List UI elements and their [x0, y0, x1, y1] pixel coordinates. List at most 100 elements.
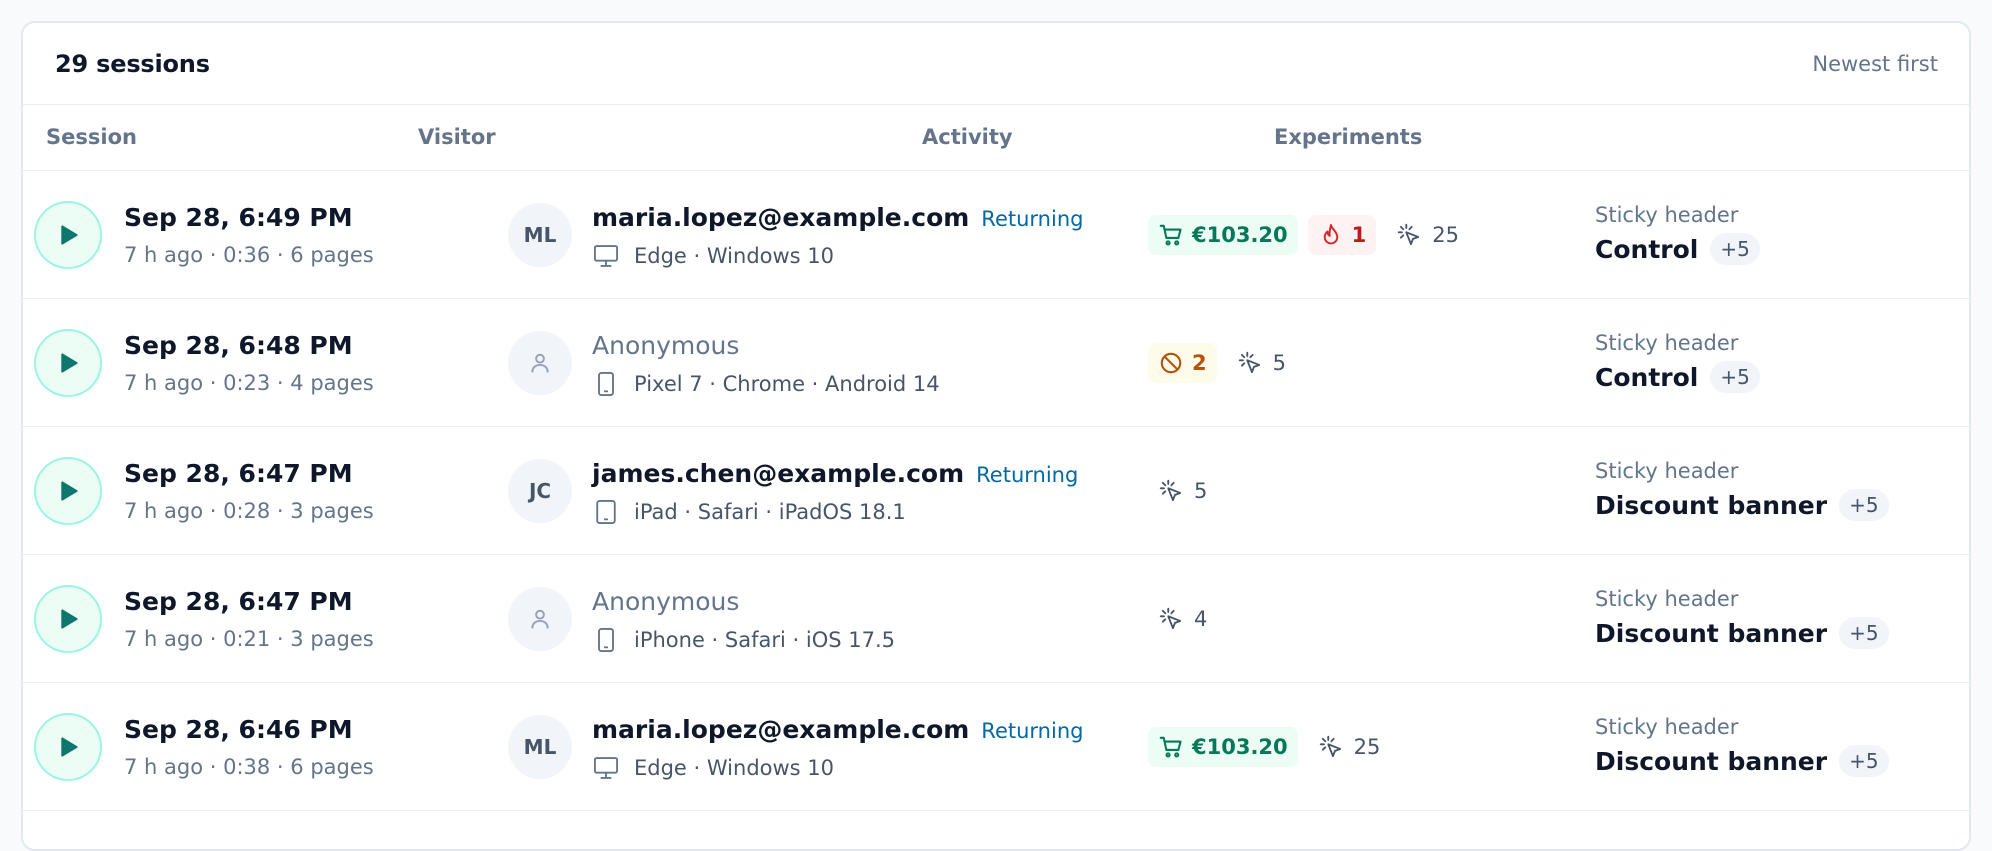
click-icon [1158, 478, 1184, 504]
desktop-icon [592, 242, 620, 270]
more-experiments-badge[interactable]: +5 [1710, 361, 1760, 393]
experiment-variant: Discount banner [1595, 746, 1828, 776]
column-visitor[interactable]: Visitor [418, 125, 496, 149]
activity-cell: €103.20 1 25 [1148, 171, 1459, 299]
click-count: 5 [1237, 350, 1286, 376]
session-row[interactable]: Sep 28, 6:47 PM 7 h ago · 0:21 · 3 pages… [23, 555, 1969, 683]
click-icon [1396, 222, 1422, 248]
sessions-header: 29 sessions Newest first [23, 23, 1969, 105]
experiment-variant-line: Control +5 [1595, 361, 1760, 393]
device-info: iPhone · Safari · iOS 17.5 [592, 626, 895, 654]
session-row[interactable]: Sep 28, 6:46 PM 7 h ago · 0:38 · 6 pages… [23, 683, 1969, 811]
visitor-info: james.chen@example.com Returning [592, 459, 1078, 488]
session-time: Sep 28, 6:47 PM [124, 587, 353, 616]
visitor-name[interactable]: maria.lopez@example.com [592, 203, 969, 232]
play-icon [54, 221, 82, 249]
column-experiments[interactable]: Experiments [1274, 125, 1422, 149]
session-meta: 7 h ago · 0:23 · 4 pages [124, 371, 374, 395]
session-meta: 7 h ago · 0:38 · 6 pages [124, 755, 374, 779]
click-count: 4 [1158, 606, 1207, 632]
cart-chip: €103.20 [1148, 727, 1298, 767]
click-icon [1237, 350, 1263, 376]
avatar: JC [508, 459, 572, 523]
avatar [508, 587, 572, 651]
click-value: 5 [1272, 351, 1286, 375]
activity-cell: 2 5 [1148, 299, 1286, 427]
click-icon [1158, 606, 1184, 632]
returning-badge: Returning [976, 463, 1079, 487]
click-count: 25 [1396, 222, 1459, 248]
click-value: 25 [1432, 223, 1460, 247]
device-info: Edge · Windows 10 [592, 754, 834, 782]
more-experiments-badge[interactable]: +5 [1839, 745, 1889, 777]
experiment-variant-line: Discount banner +5 [1595, 745, 1889, 777]
blocked-count: 2 [1192, 351, 1207, 375]
cart-icon [1158, 734, 1184, 760]
session-row[interactable]: Sep 28, 6:49 PM 7 h ago · 0:36 · 6 pages… [23, 171, 1969, 299]
play-button[interactable] [34, 329, 102, 397]
click-value: 4 [1194, 607, 1208, 631]
cart-value: €103.20 [1192, 735, 1288, 759]
session-meta: 7 h ago · 0:28 · 3 pages [124, 499, 374, 523]
experiment-variant-line: Discount banner +5 [1595, 617, 1889, 649]
visitor-info: Anonymous [592, 587, 739, 616]
device-text: Edge · Windows 10 [634, 244, 835, 268]
play-button[interactable] [34, 457, 102, 525]
avatar: ML [508, 203, 572, 267]
table-header: Session Visitor Activity Experiments [23, 105, 1969, 171]
play-icon [54, 605, 82, 633]
session-meta: 7 h ago · 0:36 · 6 pages [124, 243, 374, 267]
cart-chip: €103.20 [1148, 215, 1298, 255]
session-time: Sep 28, 6:49 PM [124, 203, 353, 232]
play-button[interactable] [34, 585, 102, 653]
rage-count: 1 [1351, 223, 1367, 247]
visitor-info: maria.lopez@example.com Returning [592, 203, 1083, 232]
experiment-name: Sticky header [1595, 715, 1739, 739]
avatar: ML [508, 715, 572, 779]
experiment-variant: Discount banner [1595, 490, 1828, 520]
visitor-info: Anonymous [592, 331, 739, 360]
activity-cell: 5 [1148, 427, 1207, 555]
play-button[interactable] [34, 201, 102, 269]
click-icon [1318, 734, 1344, 760]
experiment-variant: Control [1595, 362, 1699, 392]
cart-value: €103.20 [1192, 223, 1288, 247]
experiment-name: Sticky header [1595, 331, 1739, 355]
play-icon [54, 477, 82, 505]
sort-dropdown[interactable]: Newest first [1812, 52, 1938, 76]
user-icon [527, 606, 553, 632]
experiment-name: Sticky header [1595, 203, 1739, 227]
device-text: iPad · Safari · iPadOS 18.1 [634, 500, 906, 524]
session-row[interactable]: Sep 28, 6:47 PM 7 h ago · 0:28 · 3 pages… [23, 427, 1969, 555]
session-time: Sep 28, 6:46 PM [124, 715, 353, 744]
flame-icon [1318, 222, 1344, 248]
visitor-name[interactable]: maria.lopez@example.com [592, 715, 969, 744]
play-button[interactable] [34, 713, 102, 781]
play-icon [54, 349, 82, 377]
click-count: 5 [1158, 478, 1207, 504]
click-value: 25 [1353, 735, 1381, 759]
play-icon [54, 733, 82, 761]
avatar [508, 331, 572, 395]
session-row[interactable]: Sep 28, 6:48 PM 7 h ago · 0:23 · 4 pages… [23, 299, 1969, 427]
visitor-name[interactable]: james.chen@example.com [592, 459, 964, 488]
more-experiments-badge[interactable]: +5 [1710, 233, 1760, 265]
experiment-variant: Control [1595, 234, 1699, 264]
click-value: 5 [1194, 479, 1208, 503]
session-time: Sep 28, 6:48 PM [124, 331, 353, 360]
session-count: 29 sessions [55, 49, 210, 78]
rage-click-chip: 1 [1307, 215, 1377, 255]
blocked-chip: 2 [1148, 343, 1217, 383]
more-experiments-badge[interactable]: +5 [1839, 617, 1889, 649]
more-experiments-badge[interactable]: +5 [1839, 489, 1889, 521]
experiment-name: Sticky header [1595, 459, 1739, 483]
device-info: Edge · Windows 10 [592, 242, 834, 270]
column-activity[interactable]: Activity [922, 125, 1013, 149]
session-time: Sep 28, 6:47 PM [124, 459, 353, 488]
tablet-icon [592, 498, 620, 526]
click-count: 25 [1318, 734, 1381, 760]
experiment-name: Sticky header [1595, 587, 1739, 611]
experiment-variant-line: Discount banner +5 [1595, 489, 1889, 521]
column-session[interactable]: Session [46, 125, 137, 149]
session-meta: 7 h ago · 0:21 · 3 pages [124, 627, 374, 651]
